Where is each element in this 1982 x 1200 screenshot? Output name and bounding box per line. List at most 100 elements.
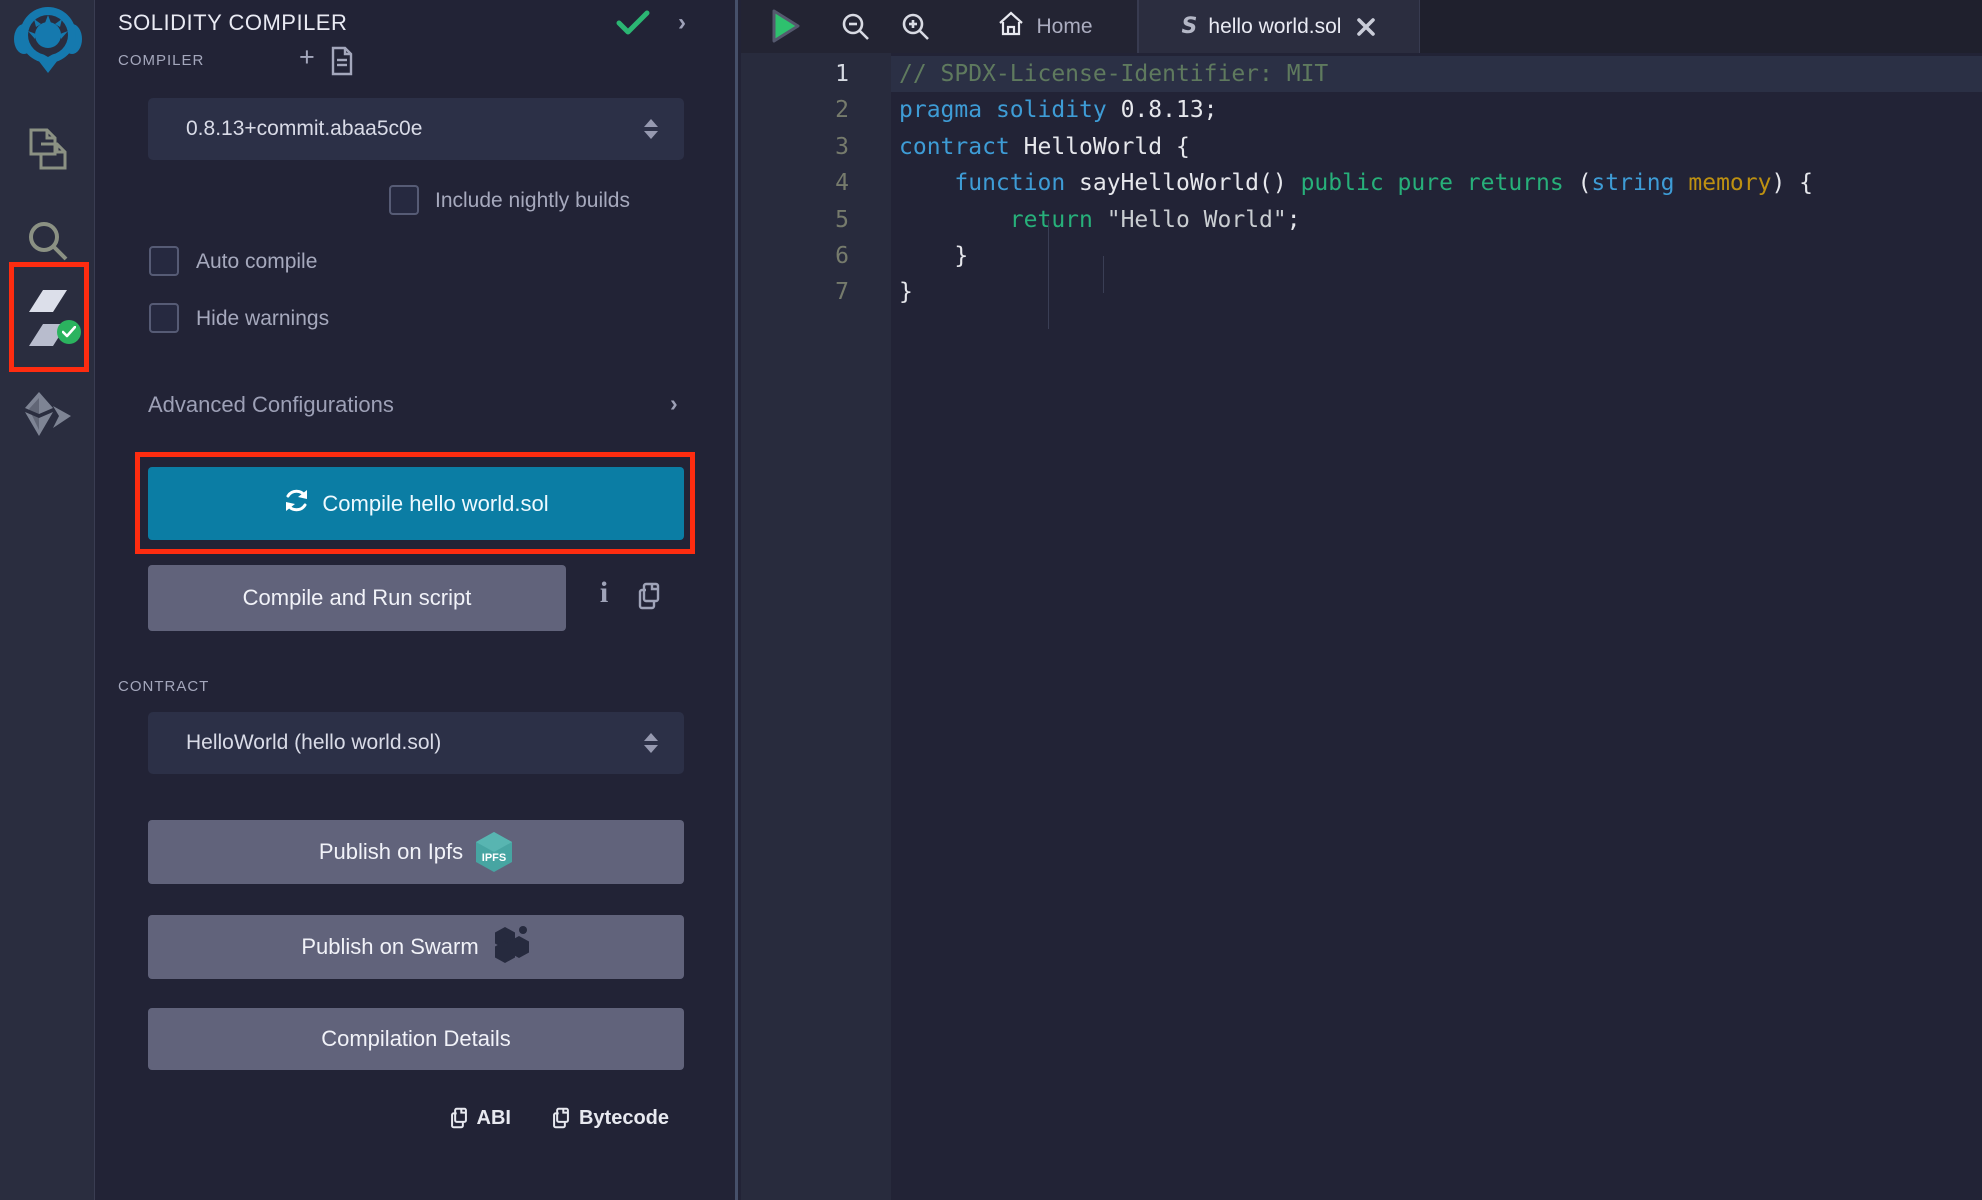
compile-and-run-label: Compile and Run script (243, 585, 472, 611)
indent-guide (1048, 220, 1049, 329)
code-token-ctrl: returns (1467, 170, 1564, 196)
line-number: 4 (741, 165, 849, 201)
tab-home-label: Home (1036, 15, 1092, 39)
abi-label: ABI (477, 1107, 511, 1130)
code-line[interactable]: } (891, 274, 1982, 310)
home-icon (997, 10, 1025, 43)
copy-footer: ABI Bytecode (449, 1106, 669, 1130)
close-tab-icon[interactable] (1356, 17, 1376, 37)
code-token-plain (982, 97, 996, 123)
refresh-icon (283, 487, 310, 520)
compiled-check-badge (57, 320, 81, 344)
tab-hello-world-sol[interactable]: S hello world.sol (1138, 0, 1420, 53)
advanced-configurations-toggle[interactable]: Advanced Configurations (148, 392, 394, 418)
code-token-kw: contract (899, 134, 1010, 160)
compile-and-run-button[interactable]: Compile and Run script (148, 565, 566, 631)
code-token-kw: function (954, 170, 1065, 196)
code-token-plain: HelloWorld { (1010, 134, 1190, 160)
line-number: 3 (741, 129, 849, 165)
deploy-run-icon[interactable] (23, 392, 73, 440)
advanced-configurations-chevron[interactable]: › (670, 390, 678, 417)
compiler-version-value: 0.8.13+commit.abaa5c0e (186, 117, 422, 141)
code-token-plain: sayHelloWorld() (1065, 170, 1300, 196)
compiler-doc-icon[interactable] (330, 46, 354, 81)
code-line[interactable]: } (891, 238, 1982, 274)
copy-run-script-icon[interactable] (636, 582, 662, 615)
code-token-plain: } (899, 243, 968, 269)
ipfs-icon: IPFS (475, 831, 513, 873)
code-token-plain: ( (1564, 170, 1592, 196)
compilation-details-label: Compilation Details (321, 1026, 511, 1052)
tab-home[interactable]: Home (953, 0, 1138, 53)
editor-tabbar: Home S hello world.sol (741, 0, 1982, 53)
copy-bytecode-link[interactable]: Bytecode (551, 1106, 669, 1130)
hide-warnings-label: Hide warnings (196, 307, 329, 331)
code-token-plain: ; (1287, 207, 1301, 233)
contract-section-label: CONTRACT (118, 678, 209, 695)
code-token-plain (1384, 170, 1398, 196)
solidity-file-icon: S (1182, 14, 1198, 39)
solidity-compiler-panel: SOLIDITY COMPILER › COMPILER + 0.8.13+co… (96, 0, 738, 1200)
code-token-ctrl: pure (1398, 170, 1453, 196)
select-arrows-icon (644, 119, 658, 139)
code-token-plain: ) { (1771, 170, 1813, 196)
line-number: 6 (741, 238, 849, 274)
code-token-plain (899, 170, 954, 196)
zoom-out-icon[interactable] (841, 12, 871, 47)
code-line[interactable]: function sayHelloWorld() public pure ret… (891, 165, 1982, 201)
panel-title: SOLIDITY COMPILER (118, 10, 347, 36)
code-token-str: "Hello World" (1107, 207, 1287, 233)
swarm-icon (491, 924, 531, 970)
code-line[interactable]: pragma solidity 0.8.13; (891, 92, 1982, 128)
publish-ipfs-button[interactable]: Publish on Ipfs IPFS (148, 820, 684, 884)
code-token-plain (1453, 170, 1467, 196)
indent-guide (1103, 256, 1104, 293)
include-nightly-checkbox[interactable] (389, 185, 419, 215)
auto-compile-label: Auto compile (196, 250, 317, 274)
panel-collapse-chevron[interactable]: › (678, 9, 686, 37)
auto-compile-checkbox[interactable] (149, 246, 179, 276)
code-line[interactable]: // SPDX-License-Identifier: MIT (891, 56, 1982, 92)
compile-button-label: Compile hello world.sol (322, 491, 548, 517)
line-number: 2 (741, 92, 849, 128)
code-token-ctrl: return (1010, 207, 1093, 233)
code-token-ctrl: public (1301, 170, 1384, 196)
code-token-plain (1675, 170, 1689, 196)
run-script-play-icon[interactable] (771, 9, 801, 48)
zoom-in-icon[interactable] (901, 12, 931, 47)
icon-rail (0, 0, 95, 1200)
compile-button[interactable]: Compile hello world.sol (148, 467, 684, 540)
add-compiler-icon[interactable]: + (299, 44, 315, 71)
svg-text:IPFS: IPFS (482, 852, 506, 864)
code-lines: // SPDX-License-Identifier: MIT pragma so… (891, 56, 1982, 311)
code-token-kw: pragma (899, 97, 982, 123)
contract-select[interactable]: HelloWorld (hello world.sol) (148, 712, 684, 774)
copy-icon (449, 1106, 469, 1130)
code-token-comment: // SPDX-License-Identifier: MIT (899, 61, 1328, 87)
search-icon[interactable] (25, 218, 71, 264)
copy-abi-link[interactable]: ABI (449, 1106, 511, 1130)
compiler-version-select[interactable]: 0.8.13+commit.abaa5c0e (148, 98, 684, 160)
compiler-section-label: COMPILER (118, 52, 204, 69)
remix-logo-icon[interactable] (14, 5, 82, 75)
bytecode-label: Bytecode (579, 1107, 669, 1130)
code-editor[interactable]: // SPDX-License-Identifier: MIT pragma so… (891, 53, 1982, 1200)
tabbar-empty-space (1420, 0, 1982, 53)
copy-icon (551, 1106, 571, 1130)
hide-warnings-checkbox[interactable] (149, 303, 179, 333)
line-number: 1 (741, 56, 849, 92)
code-token-plain: 0.8.13; (1107, 97, 1218, 123)
compilation-details-button[interactable]: Compilation Details (148, 1008, 684, 1070)
tab-active-label: hello world.sol (1208, 15, 1341, 39)
file-explorer-icon[interactable] (25, 126, 71, 172)
line-number: 7 (741, 274, 849, 310)
code-line[interactable]: return "Hello World"; (891, 202, 1982, 238)
code-line[interactable]: contract HelloWorld { (891, 129, 1982, 165)
line-number: 5 (741, 202, 849, 238)
publish-swarm-label: Publish on Swarm (301, 934, 478, 960)
code-token-plain: } (899, 279, 913, 305)
gutter-numbers: 1234567 (741, 53, 891, 1200)
info-icon[interactable]: i (592, 576, 616, 616)
publish-swarm-button[interactable]: Publish on Swarm (148, 915, 684, 979)
compile-success-check-icon (616, 10, 650, 41)
